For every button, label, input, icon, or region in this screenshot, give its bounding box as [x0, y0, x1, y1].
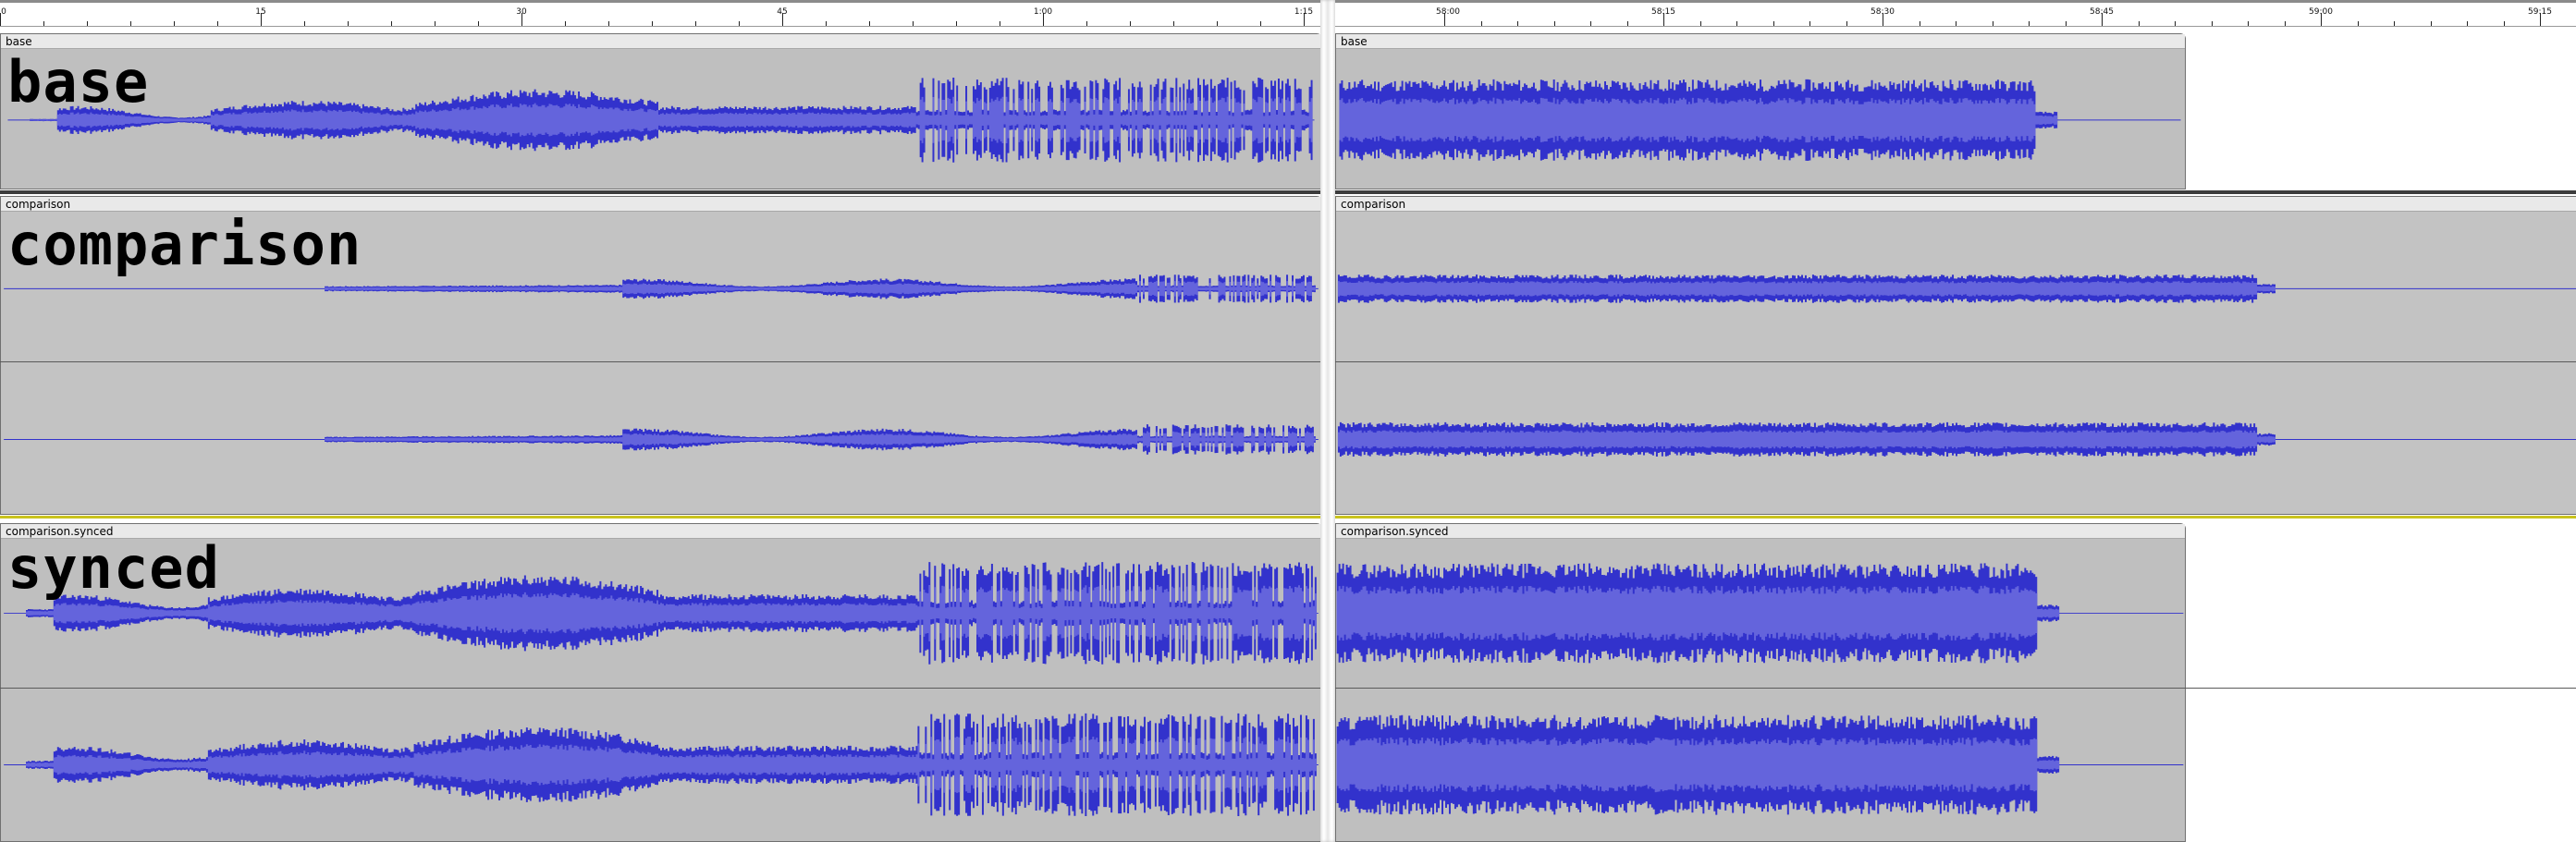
waveform-rms — [26, 585, 1317, 641]
split-view-divider[interactable] — [1320, 0, 1335, 842]
track-separator — [0, 190, 2576, 194]
ruler-minor-tick — [1736, 21, 1737, 26]
timeline-ruler-left[interactable]: 0 15 30 45 1:00 1:15 — [0, 0, 1320, 27]
ruler-minor-tick — [2467, 21, 2468, 26]
overlay-label-comparison: comparison — [7, 211, 362, 278]
waveform-rms — [26, 736, 1317, 794]
ruler-tick-label: 58:15 — [1651, 7, 1675, 17]
ruler-minor-tick — [43, 21, 44, 26]
clip-comparison-right[interactable]: comparison — [1335, 196, 2576, 515]
ruler-tick-label: 30 — [516, 7, 527, 17]
ruler-minor-tick — [2357, 21, 2359, 26]
ruler-minor-tick — [1773, 21, 1774, 26]
ruler-tick-label: 15 — [255, 7, 266, 17]
ruler-minor-tick — [87, 21, 88, 26]
ruler-minor-tick — [1809, 21, 1810, 26]
channel-divider — [0, 361, 2576, 362]
ruler-minor-tick — [2175, 21, 2176, 26]
ruler-minor-tick — [1086, 21, 1087, 26]
ruler-minor-tick — [2394, 21, 2395, 26]
waveform-rms — [30, 96, 1313, 144]
waveform-rms — [1336, 737, 2060, 793]
waveform-base-ch1-right — [1339, 79, 2181, 161]
ruler-minor-tick — [1480, 21, 1482, 26]
ruler-minor-tick — [1517, 21, 1518, 26]
ruler-tick-label: 45 — [777, 7, 788, 17]
track-synced-right[interactable]: comparison.synced — [1335, 523, 2576, 842]
ruler-minor-tick — [391, 21, 392, 26]
ruler-minor-tick — [2029, 21, 2030, 26]
ruler-minor-tick — [1260, 21, 1261, 26]
waveform-rms — [325, 281, 1316, 297]
ruler-grip-strip — [0, 0, 1320, 3]
overlay-label-base: base — [7, 48, 150, 116]
timeline-ruler-right[interactable]: 58:00 58:15 58:30 58:45 59:00 59:15 — [1335, 0, 2576, 27]
ruler-minor-tick — [174, 21, 175, 26]
ruler-minor-tick — [1626, 21, 1628, 26]
ruler-tick-label: 58:00 — [1436, 7, 1460, 17]
channel-divider — [0, 688, 2576, 689]
ruler-minor-tick — [130, 21, 131, 26]
ruler-minor-tick — [1217, 21, 1218, 26]
ruler-minor-tick — [869, 21, 870, 26]
waveform-rms — [1336, 585, 2060, 641]
waveform-comparison-right — [1337, 275, 2576, 458]
ruler-minor-tick — [348, 21, 349, 26]
ruler-minor-tick — [913, 21, 914, 26]
waveform-rms — [1339, 97, 2058, 143]
ruler-minor-tick — [608, 21, 609, 26]
overlay-label-synced: synced — [7, 534, 220, 602]
clip-base-left[interactable]: base — [0, 33, 1320, 189]
ruler-minor-tick — [1130, 21, 1131, 26]
ruler-minor-tick — [1590, 21, 1591, 26]
ruler-minor-tick — [1173, 21, 1174, 26]
ruler-minor-tick — [2503, 21, 2505, 26]
track-separator-selected — [0, 516, 2576, 519]
ruler-tick-label: 1:00 — [1033, 7, 1053, 17]
ruler-minor-tick — [826, 21, 827, 26]
track-base-right[interactable]: base — [1335, 33, 2576, 189]
ruler-minor-tick — [695, 21, 696, 26]
waveform-synced-right — [1336, 563, 2184, 815]
ruler-minor-tick — [956, 21, 957, 26]
waveform-rms — [1337, 430, 2276, 449]
ruler-tick-label: 1:15 — [1294, 7, 1314, 17]
ruler-minor-tick — [2284, 21, 2286, 26]
ruler-minor-tick — [1846, 21, 1847, 26]
ruler-minor-tick — [304, 21, 305, 26]
ruler-minor-tick — [2138, 21, 2140, 26]
ruler-minor-tick — [217, 21, 218, 26]
clip-base-right[interactable]: base — [1335, 33, 2186, 189]
ruler-tick-label: 59:00 — [2309, 7, 2333, 17]
ruler-tick-label: 58:45 — [2090, 7, 2114, 17]
ruler-minor-tick — [739, 21, 740, 26]
ruler-minor-tick — [2211, 21, 2213, 26]
ruler-minor-tick — [1553, 21, 1555, 26]
ruler-minor-tick — [2065, 21, 2067, 26]
ruler-minor-tick — [2430, 21, 2432, 26]
waveform-base-ch1-left — [7, 78, 1315, 163]
ruler-tick-label: 59:15 — [2528, 7, 2552, 17]
waveform-rms — [1337, 280, 2276, 297]
clip-synced-right[interactable]: comparison.synced — [1335, 523, 2186, 842]
track-comparison-right[interactable]: comparison — [1335, 196, 2576, 515]
ruler-tick-label: 58:30 — [1871, 7, 1895, 17]
ruler-tick-label: 0 — [1, 7, 6, 17]
ruler-grip-strip — [1335, 0, 2576, 3]
ruler-minor-tick — [565, 21, 566, 26]
ruler-minor-tick — [478, 21, 479, 26]
track-base-left[interactable]: base — [0, 33, 1320, 189]
ruler-minor-tick — [652, 21, 653, 26]
ruler-minor-tick — [1956, 21, 1957, 26]
ruler-minor-tick — [2248, 21, 2249, 26]
ruler-minor-tick — [1699, 21, 1701, 26]
